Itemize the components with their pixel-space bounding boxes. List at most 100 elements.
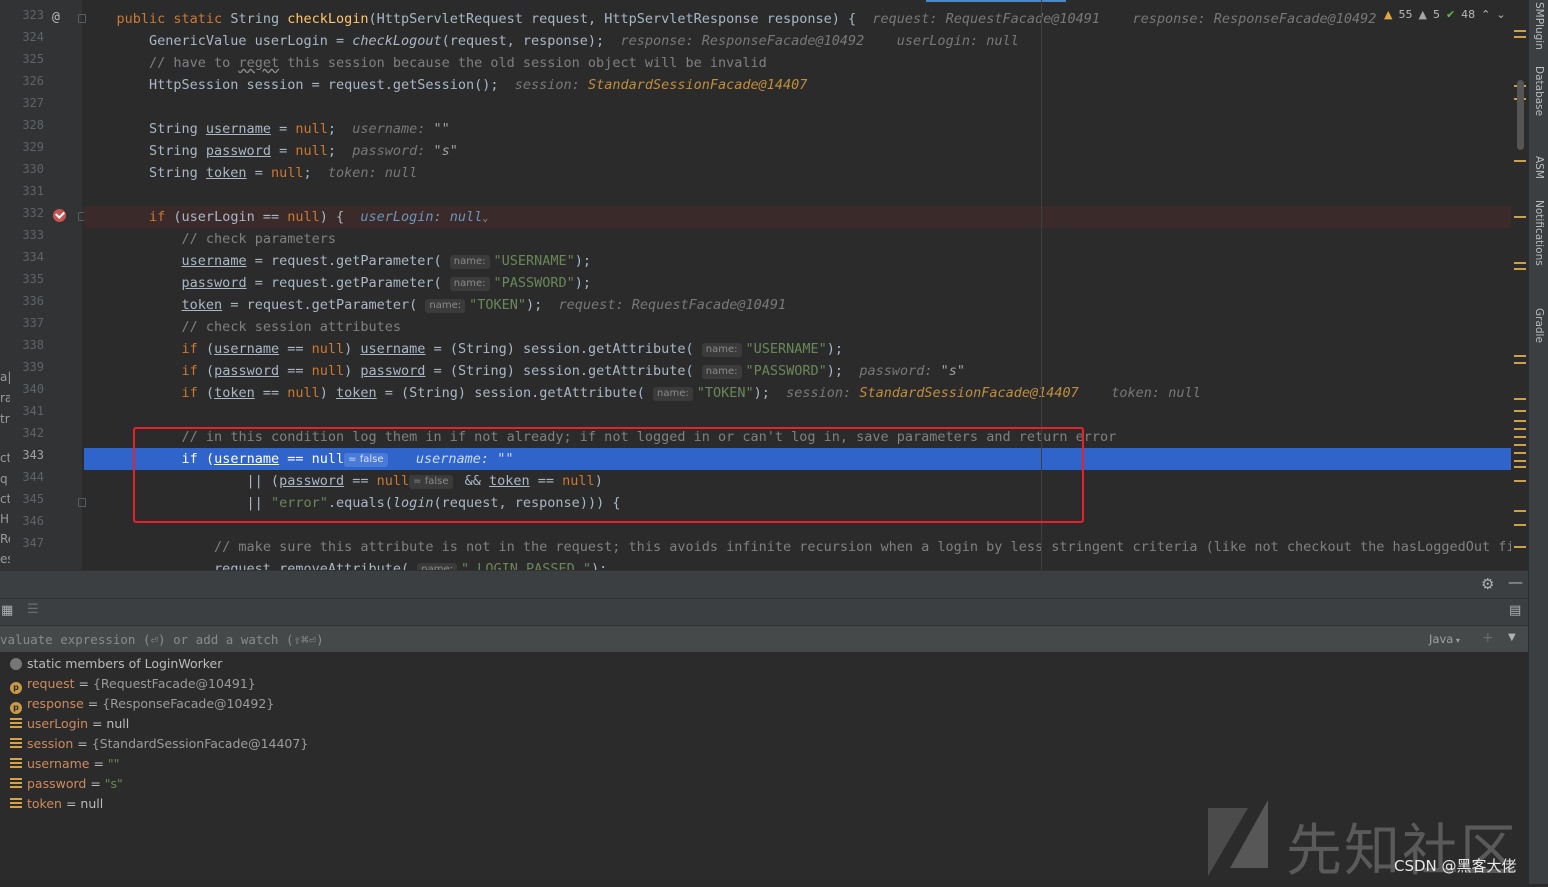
chevron-down-icon[interactable]: ⌄ <box>482 213 488 224</box>
typo-count: 48 <box>1461 7 1476 21</box>
inline-value-label: session: <box>786 385 852 401</box>
variable-value: null <box>80 796 104 811</box>
line-number: 328 <box>22 118 44 132</box>
stripe-marker[interactable] <box>1514 444 1526 446</box>
stripe-marker[interactable] <box>1514 546 1526 548</box>
evaluate-expression-row: Java ▾ + ▼ <box>0 625 1528 654</box>
code-editor[interactable]: a| ra tri ctl q ct| H Re es 323 324 325 … <box>0 0 1528 570</box>
stripe-marker[interactable] <box>1514 36 1526 38</box>
code-line[interactable] <box>84 96 1528 118</box>
stripe-marker[interactable] <box>1514 436 1526 438</box>
breakpoint-icon[interactable] <box>53 209 66 222</box>
tool-window-database[interactable]: Database <box>1533 66 1545 116</box>
tool-window-notifications[interactable]: Notifications <box>1533 200 1545 266</box>
inline-value-label: password: <box>352 143 426 159</box>
left-strip-text: ra <box>0 391 10 405</box>
gear-icon[interactable]: ⚙ <box>1481 575 1494 593</box>
line-number: 345 <box>22 492 44 506</box>
stripe-marker[interactable] <box>1514 466 1526 468</box>
minimize-icon[interactable]: — <box>1508 573 1523 591</box>
variable-value: {StandardSessionFacade@14407} <box>91 736 309 751</box>
layout-icon[interactable]: ▤ <box>1509 603 1521 618</box>
weak-warning-icon: ▲ <box>1418 7 1427 21</box>
debug-panel-header: ⚙ — <box>0 570 1528 599</box>
stripe-marker[interactable] <box>1514 355 1526 357</box>
stripe-marker[interactable] <box>1514 216 1526 218</box>
code-line[interactable] <box>84 184 1528 206</box>
tool-window-smplugin[interactable]: SMPlugin <box>1533 2 1545 50</box>
code-line-breakpoint[interactable]: if (userLogin == null) { userLogin: null… <box>84 206 1528 228</box>
stripe-marker[interactable] <box>1514 524 1526 526</box>
override-at-icon[interactable]: @ <box>52 10 60 25</box>
frames-table-icon[interactable]: ▦ <box>1 603 13 618</box>
code-line[interactable]: // check session attributes <box>84 316 1528 338</box>
threads-list-icon[interactable]: ☰ <box>27 602 39 617</box>
line-number: 337 <box>22 316 44 330</box>
tool-window-gradle[interactable]: Gradle <box>1533 308 1545 343</box>
chevron-down-icon[interactable]: ▼ <box>1508 632 1516 643</box>
stripe-marker[interactable] <box>1514 420 1526 422</box>
code-line[interactable]: if (token == null) token = (String) sess… <box>84 382 1528 404</box>
tool-window-asm[interactable]: ASM <box>1533 156 1545 179</box>
code-line[interactable]: password = request.getParameter( name: "P… <box>84 272 1528 294</box>
variable-name: session <box>27 736 74 751</box>
left-strip-text: Re <box>0 532 10 546</box>
code-line[interactable]: GenericValue userLogin = checkLogout(req… <box>84 30 1528 52</box>
stripe-marker[interactable] <box>1514 362 1526 364</box>
variable-row[interactable]: p request = {RequestFacade@10491} <box>10 674 256 694</box>
stripe-marker[interactable] <box>1514 410 1526 412</box>
variable-row[interactable]: userLogin = null <box>10 714 129 734</box>
code-line[interactable]: String username = null; username: "" <box>84 118 1528 140</box>
variable-name: response <box>27 696 84 711</box>
code-line[interactable]: token = request.getParameter( name: "TOKE… <box>84 294 1528 316</box>
watermark-csdn: CSDN @黑客大佬 <box>1394 857 1517 875</box>
stripe-marker[interactable] <box>1514 460 1526 462</box>
stripe-marker[interactable] <box>1514 262 1526 264</box>
stripe-marker[interactable] <box>1514 510 1526 512</box>
variable-equals: = <box>61 796 81 811</box>
evaluate-expression-input[interactable] <box>0 626 1000 653</box>
variable-equals: = <box>86 776 105 791</box>
code-line[interactable]: HttpSession session = request.getSession… <box>84 74 1528 96</box>
left-strip-text: q <box>0 472 8 486</box>
chevron-down-icon: ▾ <box>1453 636 1460 645</box>
variable-row[interactable]: password = "s" <box>10 774 123 794</box>
stripe-marker[interactable] <box>1514 480 1526 482</box>
code-line[interactable]: if (username == null) username = (String… <box>84 338 1528 360</box>
stripe-marker[interactable] <box>1514 428 1526 430</box>
stripe-marker[interactable] <box>1514 398 1526 400</box>
variable-row[interactable]: username = "" <box>10 754 119 774</box>
variable-row[interactable]: static members of LoginWorker <box>10 654 222 674</box>
line-number: 331 <box>22 184 44 198</box>
inline-value: StandardSessionFacade@14407 <box>859 385 1079 401</box>
code-line[interactable]: // check parameters <box>84 228 1528 250</box>
code-line[interactable]: // have to reget this session because th… <box>84 52 1528 74</box>
add-watch-icon[interactable]: + <box>1482 630 1494 646</box>
variable-row[interactable]: token = null <box>10 794 103 814</box>
code-line[interactable]: username = request.getParameter( name: "U… <box>84 250 1528 272</box>
stripe-marker[interactable] <box>1514 30 1526 32</box>
field-icon <box>10 738 22 750</box>
left-strip-text: a| <box>0 370 10 384</box>
code-line[interactable]: request.removeAttribute( name: "_LOGIN_PA… <box>84 558 1528 570</box>
code-line[interactable]: // make sure this attribute is not in th… <box>84 536 1528 558</box>
field-icon <box>10 778 22 790</box>
stripe-marker[interactable] <box>1514 160 1526 162</box>
code-line[interactable]: public static String checkLogin(HttpServ… <box>84 8 1528 30</box>
variable-row[interactable]: session = {StandardSessionFacade@14407} <box>10 734 308 754</box>
inspection-widget[interactable]: ▲ 55 ▲ 5 ✔ 48 ⌃ ⌄ <box>1384 5 1506 23</box>
chevron-down-icon[interactable]: ⌄ <box>1496 8 1505 21</box>
code-line[interactable]: String password = null; password: "s" <box>84 140 1528 162</box>
code-line[interactable] <box>84 404 1528 426</box>
inline-value: userLogin: null <box>360 209 483 225</box>
line-number: 329 <box>22 140 44 154</box>
stripe-marker[interactable] <box>1514 452 1526 454</box>
chevron-up-icon[interactable]: ⌃ <box>1481 8 1490 21</box>
code-line[interactable]: if (password == null) password = (String… <box>84 360 1528 382</box>
language-select[interactable]: Java ▾ <box>1429 632 1460 646</box>
param-hint: name: <box>417 563 457 570</box>
vertical-scrollbar-thumb[interactable] <box>1517 80 1524 150</box>
code-line[interactable]: String token = null; token: null <box>84 162 1528 184</box>
variable-row[interactable]: p response = {ResponseFacade@10492} <box>10 694 274 714</box>
stripe-marker[interactable] <box>1514 268 1526 270</box>
